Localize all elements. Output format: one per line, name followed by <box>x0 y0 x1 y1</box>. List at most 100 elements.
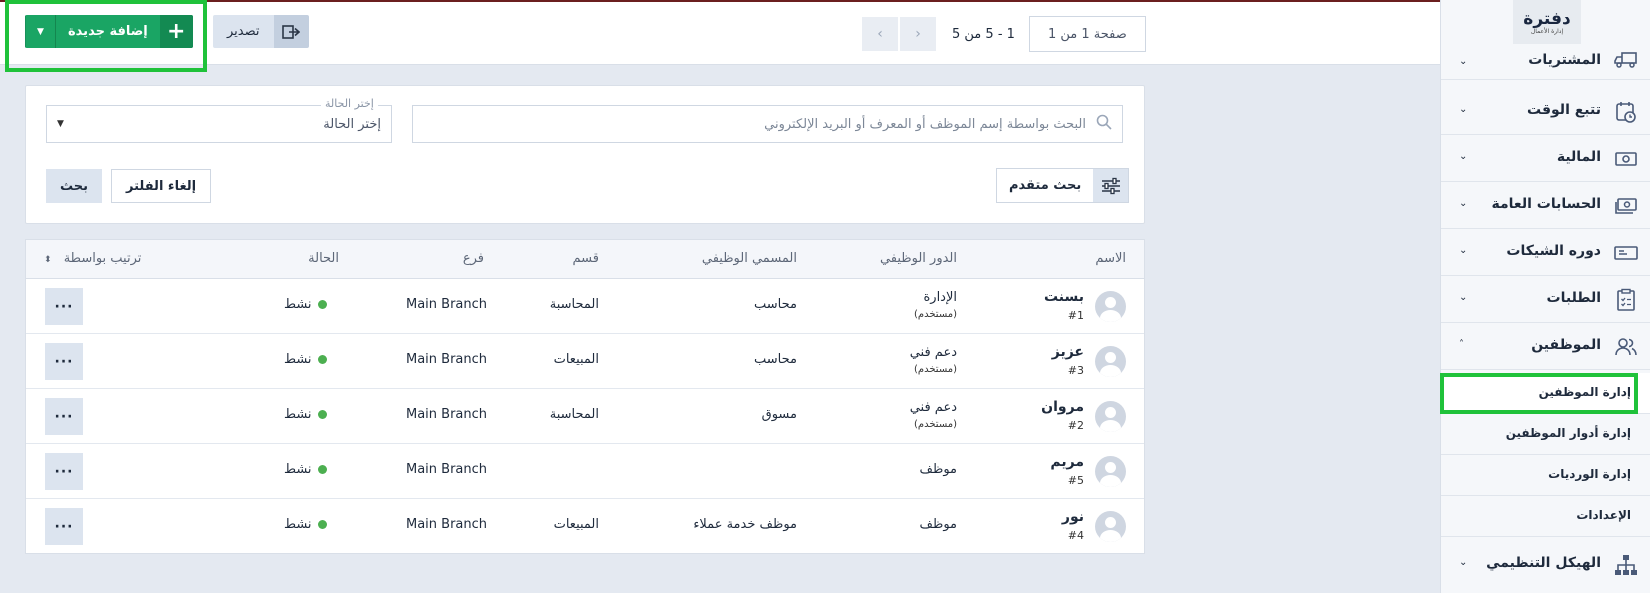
sidebar-subitem-manage-shifts[interactable]: إدارة الورديات <box>1441 455 1650 496</box>
status-dot-icon <box>317 465 327 474</box>
pager-next-button[interactable]: › <box>900 17 936 51</box>
employees-table: الاسم الدور الوظيفي المسمي الوظيفي قسم ف… <box>25 239 1145 554</box>
table-row[interactable]: نور #4 موظف موظف خدمة عملاء المبيعات Mai… <box>26 499 1144 554</box>
header-role: الدور الوظيفي <box>879 251 957 266</box>
sidebar-item-orders[interactable]: الطلبات ⌄ <box>1441 276 1650 323</box>
employee-name[interactable]: نور <box>1062 509 1084 525</box>
sidebar-subitem-label: إدارة الورديات <box>1548 467 1631 481</box>
row-actions-button[interactable]: ··· <box>45 398 83 435</box>
header-department: قسم <box>572 251 599 266</box>
employee-role: موظف <box>919 517 957 532</box>
employee-id: #1 <box>1067 309 1084 322</box>
status-dot-icon <box>317 355 327 364</box>
employee-branch: Main Branch <box>406 462 488 477</box>
row-actions-button[interactable]: ··· <box>45 453 83 490</box>
sidebar-subitem-manage-roles[interactable]: إدارة أدوار الموظفين <box>1441 414 1650 455</box>
sidebar-item-label: الحسابات العامة <box>1491 196 1601 212</box>
cancel-filter-button[interactable]: إلغاء الفلتر <box>111 169 212 203</box>
search-placeholder: البحث بواسطة إسم الموظف أو المعرف أو الب… <box>764 116 1086 132</box>
status-badge: نشط <box>284 407 327 422</box>
status-label: نشط <box>284 297 312 312</box>
export-icon <box>273 15 309 48</box>
table-row[interactable]: عزيز #3 دعم فني (مستخدم) محاسب المبيعات … <box>26 334 1144 389</box>
employee-job-title: موظف خدمة عملاء <box>693 517 797 532</box>
sidebar-item-label: الهيكل التنظيمي <box>1486 555 1601 571</box>
plus-icon: + <box>159 15 193 48</box>
table-header: الاسم الدور الوظيفي المسمي الوظيفي قسم ف… <box>26 240 1144 279</box>
chevron-up-icon: ˄ <box>1459 339 1464 350</box>
logo-subtitle: إدارة الأعمال <box>1530 27 1564 35</box>
employee-role: الإدارة <box>923 290 957 305</box>
filter-panel: البحث بواسطة إسم الموظف أو المعرف أو الب… <box>25 85 1145 224</box>
cash-icon <box>1614 194 1638 218</box>
sidebar-subitem-settings[interactable]: الإعدادات <box>1441 496 1650 537</box>
sidebar-item-org-chart[interactable]: الهيكل التنظيمي ⌄ <box>1441 541 1650 588</box>
chevron-right-icon: › <box>915 26 921 42</box>
header-job-title: المسمي الوظيفي <box>701 251 797 266</box>
chevron-down-icon: ⌄ <box>1459 151 1468 162</box>
employee-name[interactable]: مريم <box>1050 454 1084 470</box>
sidebar-item-general-accounts[interactable]: الحسابات العامة ⌄ <box>1441 182 1650 229</box>
header-status: الحالة <box>308 251 339 266</box>
chevron-down-icon: ⌄ <box>1459 198 1468 209</box>
avatar <box>1095 291 1126 322</box>
status-badge: نشط <box>284 517 327 532</box>
caret-down-icon: ▼ <box>57 119 64 129</box>
row-actions-button[interactable]: ··· <box>45 343 83 380</box>
table-row[interactable]: مريم #5 موظف Main Branch نشط ··· <box>26 444 1144 499</box>
avatar <box>1095 346 1126 377</box>
employee-job-title: محاسب <box>754 297 797 312</box>
employee-name[interactable]: عزيز <box>1052 344 1084 360</box>
status-dot-icon <box>317 520 327 529</box>
table-row[interactable]: مروان #2 دعم فني (مستخدم) مسوق المحاسبة … <box>26 389 1144 444</box>
employee-branch: Main Branch <box>406 352 488 367</box>
caret-down-icon: ▼ <box>37 26 44 37</box>
employee-branch: Main Branch <box>406 297 488 312</box>
sidebar-item-time-tracking[interactable]: تتبع الوقت ⌄ <box>1441 88 1650 135</box>
users-icon <box>1614 335 1638 359</box>
search-input[interactable]: البحث بواسطة إسم الموظف أو المعرف أو الب… <box>412 105 1123 143</box>
sidebar-item-purchases[interactable]: المشتريات ⌄ <box>1441 42 1650 80</box>
employee-name[interactable]: بسنت <box>1044 289 1084 305</box>
add-new-button[interactable]: إضافة جديدة + <box>55 15 193 48</box>
employee-name[interactable]: مروان <box>1041 399 1084 415</box>
logo[interactable]: دفترة إدارة الأعمال <box>1513 0 1581 44</box>
employee-role: دعم فني <box>909 345 957 360</box>
employee-id: #3 <box>1067 364 1084 377</box>
employee-department: المبيعات <box>553 517 599 532</box>
pager-prev-button[interactable]: ‹ <box>862 17 898 51</box>
money-icon <box>1614 147 1638 171</box>
row-actions-button[interactable]: ··· <box>45 508 83 545</box>
sidebar-subitem-label: إدارة أدوار الموظفين <box>1505 426 1631 440</box>
employee-id: #4 <box>1067 529 1084 542</box>
table-row[interactable]: بسنت #1 الإدارة (مستخدم) محاسب المحاسبة … <box>26 279 1144 334</box>
employee-branch: Main Branch <box>406 407 488 422</box>
export-button[interactable]: تصدير <box>213 15 309 48</box>
sidebar-subitem-manage-employees[interactable]: إدارة الموظفين <box>1441 373 1650 414</box>
row-actions-button[interactable]: ··· <box>45 288 83 325</box>
search-button[interactable]: بحث <box>46 169 103 203</box>
header-name: الاسم <box>1095 251 1126 266</box>
export-label: تصدير <box>213 15 274 48</box>
employee-role-sub: (مستخدم) <box>914 364 957 375</box>
status-badge: نشط <box>284 297 327 312</box>
sort-by-control[interactable]: ⬍ ترتيب بواسطة <box>44 251 141 266</box>
employee-id: #2 <box>1067 419 1084 432</box>
employee-role: دعم فني <box>909 400 957 415</box>
advanced-search-button[interactable]: بحث متقدم <box>996 168 1130 203</box>
add-new-dropdown-button[interactable]: ▼ <box>25 15 55 48</box>
add-new-group: ▼ إضافة جديدة + <box>25 15 193 48</box>
chevron-down-icon: ⌄ <box>1459 557 1468 568</box>
pager-page-indicator[interactable]: صفحة 1 من 1 <box>1028 16 1146 52</box>
status-select[interactable]: إختر الحالة ▼ <box>46 105 392 143</box>
status-dot-icon <box>317 300 327 309</box>
sidebar-item-cheques[interactable]: دوره الشيكات ⌄ <box>1441 229 1650 276</box>
sidebar-item-employees[interactable]: الموظفين ˄ <box>1441 323 1650 370</box>
cheque-icon <box>1614 241 1638 265</box>
sort-icon: ⬍ <box>44 255 52 265</box>
sidebar-item-label: الطلبات <box>1546 290 1601 306</box>
sidebar: المشتريات ⌄ دفترة إدارة الأعمال تتبع الو… <box>1440 0 1650 593</box>
sidebar-item-finance[interactable]: المالية ⌄ <box>1441 135 1650 182</box>
chevron-down-icon: ⌄ <box>1459 56 1468 67</box>
sliders-icon <box>1093 169 1129 202</box>
